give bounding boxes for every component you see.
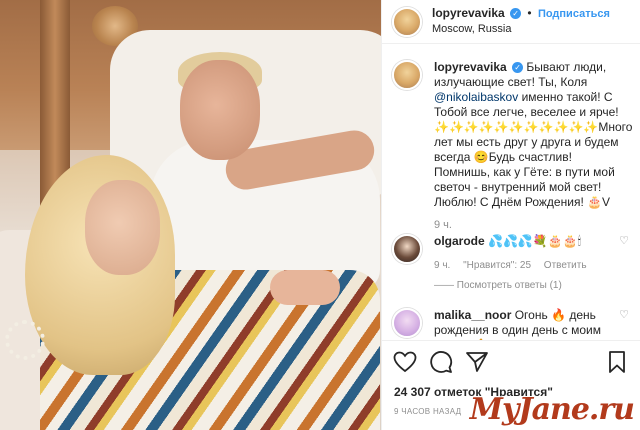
caption-body: lopyrevavika ✓ Бывают люди, излучающие с… — [434, 60, 633, 233]
post-photo[interactable] — [0, 0, 381, 430]
comment-avatar[interactable] — [392, 308, 422, 338]
comment-text: 💦💦💦💐🎂🎂🕯 — [488, 234, 582, 248]
author-avatar[interactable] — [392, 6, 422, 37]
comments-list[interactable]: lopyrevavika ✓ Бывают люди, излучающие с… — [382, 46, 640, 340]
post-side-panel: lopyrevavika ✓ • Подписаться Moscow, Rus… — [381, 0, 640, 430]
separator-dot: • — [527, 6, 532, 20]
post-timestamp[interactable]: 9 ЧАСОВ НАЗАД — [394, 407, 461, 416]
man-face — [180, 60, 260, 160]
woman-face — [85, 180, 160, 275]
caption-mention-link[interactable]: @nikolaibaskov — [434, 90, 518, 104]
caption-time[interactable]: 9 ч. — [434, 218, 630, 233]
comment-username[interactable]: olgarode — [434, 234, 485, 248]
caption: lopyrevavika ✓ Бывают люди, излучающие с… — [392, 60, 637, 233]
caption-username[interactable]: lopyrevavika — [434, 60, 507, 74]
follow-button[interactable]: Подписаться — [538, 8, 610, 20]
post-header: lopyrevavika ✓ • Подписаться Moscow, Rus… — [382, 0, 640, 44]
woman-hand — [270, 270, 340, 305]
pearl-bracelet — [5, 320, 45, 360]
comment-like-heart-icon[interactable]: ♡ — [619, 234, 629, 247]
comment-item: malika__noor Огонь 🔥 день рождения в оди… — [392, 308, 637, 340]
comment-meta: 9 ч. "Нравится": 25 Ответить — [434, 258, 614, 273]
comment-item: olgarode 💦💦💦💐🎂🎂🕯 9 ч. "Нравится": 25 Отв… — [392, 234, 637, 273]
caption-text-part2: именно такой! С Тобой все легче, веселее… — [434, 90, 633, 209]
bookmark-icon[interactable] — [604, 349, 630, 375]
reply-button[interactable]: Ответить — [544, 260, 587, 271]
action-icons-row — [388, 347, 638, 377]
comment-body: olgarode 💦💦💦💐🎂🎂🕯 9 ч. "Нравится": 25 Отв… — [434, 234, 614, 273]
comment-like-heart-icon[interactable]: ♡ — [619, 308, 629, 321]
comment-body: malika__noor Огонь 🔥 день рождения в оди… — [434, 308, 614, 340]
comment-likes[interactable]: "Нравится": 25 — [463, 260, 531, 271]
comment-username[interactable]: malika__noor — [434, 308, 511, 322]
caption-avatar[interactable] — [392, 60, 422, 90]
verified-badge-icon: ✓ — [512, 62, 524, 74]
author-meta: lopyrevavika ✓ • Подписаться Moscow, Rus… — [432, 6, 610, 37]
author-username[interactable]: lopyrevavika — [432, 6, 505, 20]
comment-bubble-icon[interactable] — [428, 349, 454, 375]
site-watermark: MyJane.ru — [469, 392, 635, 427]
paper-plane-icon[interactable] — [464, 349, 490, 375]
heart-outline-icon[interactable] — [392, 349, 418, 375]
comment-time[interactable]: 9 ч. — [434, 260, 450, 271]
view-replies-button[interactable]: —— Посмотреть ответы (1) — [434, 280, 562, 291]
comment-avatar[interactable] — [392, 234, 422, 264]
verified-badge-icon: ✓ — [510, 8, 522, 20]
post-location[interactable]: Moscow, Russia — [432, 22, 610, 37]
